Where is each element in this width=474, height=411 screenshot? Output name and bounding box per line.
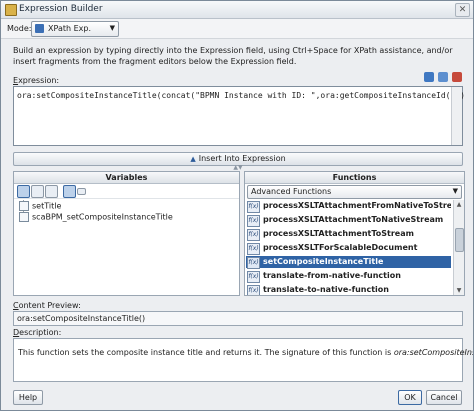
function-icon: f(x) [247,271,260,283]
function-label: processXSLTAttachmentFromNativeToStream [263,201,451,210]
function-list-scrollbar[interactable]: ▲ ▼ [453,200,464,295]
description-box: This function sets the composite instanc… [13,338,473,382]
function-item[interactable]: f(x) processXSLTAttachmentToStream [246,228,451,241]
insert-button-label: Insert Into Expression [198,154,286,163]
expression-label: Expression: [13,76,59,85]
content-preview-field: ora:setCompositeInstanceTitle() [13,311,463,326]
function-label: translate-to-native-function [263,285,389,294]
description-signature: ora:setCompositeInstanceTitle() [393,348,473,357]
function-item[interactable]: f(x) processXSLTAttachmentToNativeStream [246,214,451,227]
description-label: Description: [13,328,61,337]
function-category-value: Advanced Functions [251,187,332,196]
expand-all-icon[interactable] [63,185,76,198]
function-icon: f(x) [247,201,260,213]
expression-field[interactable]: ora:setCompositeInstanceTitle(concat("BP… [13,86,465,146]
ok-button[interactable]: OK [398,390,422,405]
function-item[interactable]: f(x) translate-from-native-function [246,270,451,283]
description-body: This function sets the composite instanc… [18,348,394,357]
function-icon: f(x) [247,243,260,255]
functions-header: Functions [245,172,464,184]
functions-panel: Functions Advanced Functions ▼ f(x) proce… [244,171,465,296]
content-preview-label: Content Preview: [13,301,81,310]
function-list: f(x) processXSLTAttachmentFromNativeToStr… [246,200,451,295]
scroll-up-icon[interactable]: ▲ [455,201,463,208]
variable-icon [19,201,29,211]
content-preview-value: ora:setCompositeInstanceTitle() [17,314,146,323]
function-category-select[interactable]: Advanced Functions ▼ [247,185,462,199]
cancel-button[interactable]: Cancel [426,390,462,405]
chevron-down-icon: ▼ [109,24,115,32]
clear-icon[interactable] [452,72,462,82]
xpath-icon [35,24,44,33]
description-text: This function sets the composite instanc… [18,348,473,357]
function-item[interactable]: f(x) processXSLTForScalableDocument [246,242,451,255]
expression-value[interactable]: ora:setCompositeInstanceTitle(concat("BP… [17,91,465,100]
title-bar: Expression Builder ✕ [1,1,473,19]
function-icon: f(x) [247,229,260,241]
undo-icon[interactable] [424,72,434,82]
scroll-down-icon[interactable]: ▼ [455,287,463,294]
expression-builder-dialog: Expression Builder ✕ Mode: XPath Exp. ▼ … [0,0,474,411]
app-icon [5,4,17,16]
function-label: processXSLTAttachmentToStream [263,229,414,238]
function-label: processXSLTAttachmentToNativeStream [263,215,444,224]
scrollbar-thumb[interactable] [455,228,464,252]
show-attributes-icon[interactable] [45,185,58,198]
function-item[interactable]: f(x) processXSLTAttachmentFromNativeToStr… [246,200,451,213]
tree-item-set-title[interactable]: setTitle [19,201,61,212]
arrow-up-icon: ▲ [190,155,196,163]
function-icon: f(x) [247,257,260,269]
show-schema-icon[interactable] [17,185,30,198]
expression-toolbar [422,70,466,84]
splitter-grip[interactable]: ▲▼ [223,165,253,171]
mode-value: XPath Exp. [48,24,92,33]
function-icon: f(x) [247,215,260,227]
chevron-down-icon: ▼ [452,187,458,195]
variables-toolbar [14,184,239,199]
variables-header: Variables [14,172,239,184]
description-label-text: escription: [19,328,62,337]
mode-label: Mode: [7,24,32,33]
variables-panel: Variables setTitle scaBPM_setCompositeIn… [13,171,240,296]
redo-icon[interactable] [438,72,448,82]
instructions-text: Build an expression by typing directly i… [13,46,453,66]
mode-toolbar: Mode: XPath Exp. ▼ [1,19,473,39]
function-label: setCompositeInstanceTitle [263,257,384,266]
function-item[interactable]: f(x) translate-to-native-function [246,284,451,295]
tree-item-label: setTitle [32,201,62,211]
show-nodes-icon[interactable] [31,185,44,198]
window-title: Expression Builder [19,4,103,14]
expression-scrollbar[interactable] [451,87,462,145]
function-label: processXSLTForScalableDocument [263,243,418,252]
variables-tree: setTitle scaBPM_setCompositeInstanceTitl… [14,200,239,295]
tree-item-label: scaBPM_setCompositeInstanceTitle [32,212,173,222]
function-icon: f(x) [247,285,260,295]
collapse-all-icon[interactable] [77,188,86,195]
content-preview-label-text: ontent Preview: [18,301,81,310]
function-item-selected[interactable]: f(x) setCompositeInstanceTitle [246,256,451,269]
variable-icon [19,212,29,222]
mode-select[interactable]: XPath Exp. ▼ [31,21,119,37]
function-label: translate-from-native-function [263,271,401,280]
expression-label-text: xpression: [18,76,60,85]
tree-item-sca-bpm-variable[interactable]: scaBPM_setCompositeInstanceTitle [19,212,173,223]
help-button[interactable]: Help [13,390,43,405]
close-button[interactable]: ✕ [455,3,470,17]
